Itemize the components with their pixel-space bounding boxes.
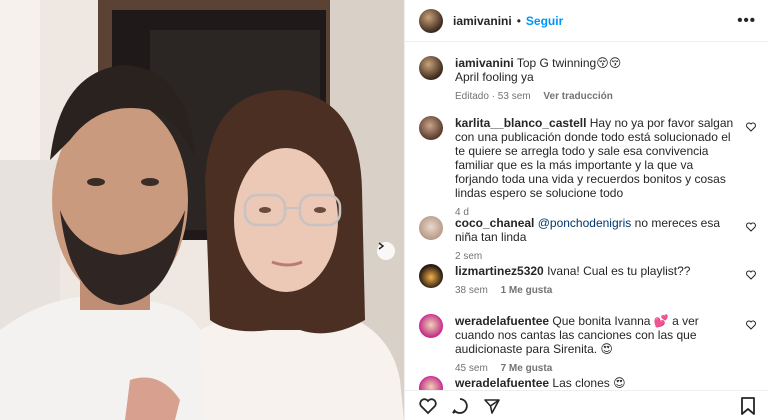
commenter-avatar[interactable] <box>419 216 443 240</box>
author-avatar[interactable] <box>419 8 443 33</box>
caption: iamivanini Top G twinning😚😚 April foolin… <box>419 56 756 104</box>
heart-icon[interactable] <box>419 397 437 414</box>
separator-dot: • <box>516 13 521 28</box>
caption-username[interactable]: iamivanini <box>455 56 514 70</box>
comment-time: 2 sem <box>455 251 483 262</box>
heart-icon[interactable] <box>746 320 756 330</box>
commenter-avatar[interactable] <box>419 116 443 140</box>
action-bar <box>405 390 768 420</box>
caption-text-line2: April fooling ya <box>455 70 534 84</box>
next-photo-button[interactable] <box>377 242 395 260</box>
share-icon[interactable] <box>483 397 501 415</box>
heart-icon[interactable] <box>746 122 756 132</box>
selfie-image <box>0 0 404 420</box>
translate-link[interactable]: Ver traducción <box>543 91 612 102</box>
instagram-post-view: iamivanini • Seguir ••• iamivanini Top G… <box>0 0 768 420</box>
author-username[interactable]: iamivanini <box>453 14 512 28</box>
chevron-right-icon <box>378 242 385 250</box>
comment-username[interactable]: weradelafuentee <box>455 314 549 328</box>
post-side-panel: iamivanini • Seguir ••• iamivanini Top G… <box>404 0 768 420</box>
comment-item: coco_chaneal @ponchodenigris no mereces … <box>419 216 756 264</box>
post-photo[interactable] <box>0 0 404 420</box>
caption-avatar[interactable] <box>419 56 443 80</box>
comment-item: karlita__blanco_castell Hay no ya por fa… <box>419 116 756 220</box>
commenter-avatar[interactable] <box>419 376 443 390</box>
comment-mention[interactable]: @ponchodenigris <box>538 216 632 230</box>
heart-icon[interactable] <box>746 222 756 232</box>
caption-text: Top G twinning😚😚 <box>516 56 622 70</box>
comment-text: Las clones 😍 <box>552 376 626 390</box>
post-header: iamivanini • Seguir ••• <box>405 0 768 42</box>
comment-item: weradelafuentee Las clones 😍 <box>419 376 756 390</box>
comment-time: 45 sem <box>455 363 488 374</box>
comment-likes[interactable]: 1 Me gusta <box>501 285 553 296</box>
commenter-avatar[interactable] <box>419 264 443 288</box>
comment-item: lizmartinez5320 Ivana! Cual es tu playli… <box>419 264 756 298</box>
comment-icon[interactable] <box>451 397 469 415</box>
comment-text: Ivana! Cual es tu playlist?? <box>547 264 691 278</box>
comment-username[interactable]: weradelafuentee <box>455 376 549 390</box>
comment-username[interactable]: karlita__blanco_castell <box>455 116 586 130</box>
heart-icon[interactable] <box>746 270 756 280</box>
follow-button[interactable]: Seguir <box>526 14 563 28</box>
comment-username[interactable]: coco_chaneal <box>455 216 534 230</box>
comment-item: weradelafuentee Que bonita Ivanna 💕 a ve… <box>419 314 756 376</box>
bookmark-icon[interactable] <box>740 396 756 415</box>
comment-time: 38 sem <box>455 285 488 296</box>
caption-time: Editado · 53 sem <box>455 91 531 102</box>
comment-likes[interactable]: 7 Me gusta <box>501 363 553 374</box>
comment-username[interactable]: lizmartinez5320 <box>455 264 544 278</box>
comments-list[interactable]: iamivanini Top G twinning😚😚 April foolin… <box>405 42 768 390</box>
more-options-button[interactable]: ••• <box>737 12 756 29</box>
commenter-avatar[interactable] <box>419 314 443 338</box>
